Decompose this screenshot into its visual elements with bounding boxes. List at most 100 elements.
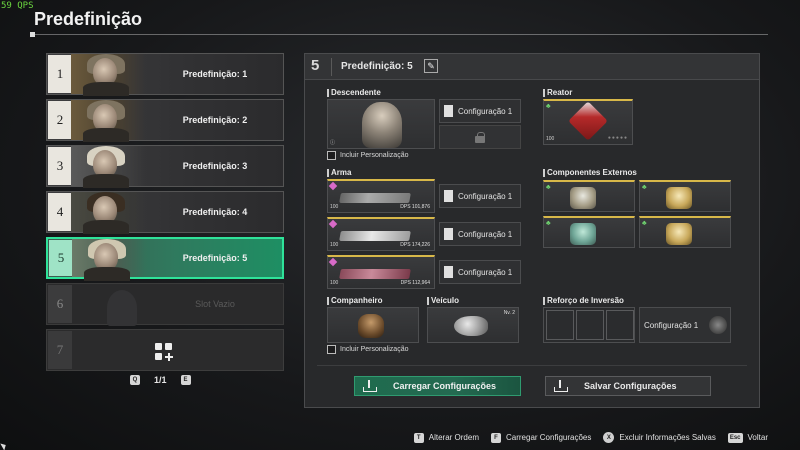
weapon-config-select-1[interactable]: Configuração 1 [439, 184, 521, 208]
hint-label: Alterar Ordem [428, 433, 479, 442]
panel-header: 5 Predefinição: 5 ✎ [305, 54, 759, 80]
footer-hints: T Alterar Ordem F Carregar Configurações… [413, 432, 768, 443]
preset-item-6[interactable]: 6 Slot Vazio [46, 283, 284, 326]
component-slot-3[interactable]: ♣ [543, 216, 635, 248]
preset-item-4[interactable]: 4 Predefinição: 4 [46, 191, 284, 234]
vehicle-slot[interactable]: Nv. 2 [427, 307, 519, 343]
header-separator [331, 58, 332, 76]
weapon-slot-1[interactable]: 100 DPS 101,876 [327, 179, 435, 213]
preset-label: Predefinição: 1 [182, 69, 248, 79]
weapon-config-label: Configuração 1 [458, 229, 513, 239]
component-slot-4[interactable]: ♣ [639, 216, 731, 248]
checkbox[interactable] [327, 345, 336, 354]
weapon-slot-2[interactable]: 100 DPS 174,226 [327, 217, 435, 251]
preset-detail-panel: 5 Predefinição: 5 ✎ Descendente ⓘ Config… [304, 53, 760, 408]
preset-number: 2 [48, 101, 72, 139]
rank-dots: ●●●●● [607, 135, 628, 141]
hint-load[interactable]: F Carregar Configurações [490, 432, 592, 443]
preset-label: Predefinição: 5 [182, 253, 248, 263]
page-title: Predefinição [34, 9, 143, 29]
config-icon [444, 105, 453, 117]
component-art [666, 187, 692, 209]
preset-label: Predefinição: 4 [182, 207, 248, 217]
vehicle-art [454, 316, 488, 336]
weapon-config-select-2[interactable]: Configuração 1 [439, 222, 521, 246]
save-configurations-button[interactable]: Salvar Configurações [545, 376, 711, 396]
component-art [666, 223, 692, 245]
panel-number: 5 [311, 57, 320, 74]
preset-item-3[interactable]: 3 Predefinição: 3 [46, 145, 284, 188]
weapon-dps: DPS 101,876 [400, 204, 430, 210]
checkbox-label: Incluir Personalização [340, 152, 409, 159]
upload-icon [363, 380, 377, 392]
preset-number: 3 [48, 147, 72, 185]
preset-label: Predefinição: 3 [182, 161, 248, 171]
hint-delete[interactable]: X Excluir Informações Salvas [603, 432, 716, 443]
preset-list: 1 Predefinição: 1 2 Predefinição: 2 3 Pr… [46, 53, 284, 375]
vehicle-section-label: Veículo [426, 296, 460, 305]
weapon-slot-3[interactable]: 100 DPS 112,964 [327, 255, 435, 289]
edit-name-button[interactable]: ✎ [424, 59, 438, 73]
checkbox-label: Incluir Personalização [340, 346, 409, 353]
weapon-art [339, 193, 411, 203]
preset-item-1[interactable]: 1 Predefinição: 1 [46, 53, 284, 96]
config-icon [444, 228, 453, 240]
descendant-portrait [71, 54, 145, 96]
preset-item-5[interactable]: 5 Predefinição: 5 [46, 237, 284, 281]
component-slot-2[interactable]: ♣ [639, 180, 731, 212]
mouse-cursor-icon [0, 441, 8, 450]
weapon-level: 100 [330, 242, 339, 248]
hint-reorder[interactable]: T Alterar Ordem [413, 432, 479, 443]
lock-icon [475, 131, 485, 143]
next-page-key[interactable]: E [180, 375, 191, 385]
inversion-tile-1[interactable] [546, 310, 574, 340]
inversion-tile-2[interactable] [576, 310, 604, 340]
heart-icon [328, 257, 338, 267]
inversion-section-label: Reforço de Inversão [543, 296, 624, 305]
weapon-dps: DPS 174,226 [400, 242, 430, 248]
companion-customization-toggle[interactable]: Incluir Personalização [327, 345, 408, 354]
prev-page-key[interactable]: Q [130, 375, 140, 385]
inversion-config-select[interactable]: Configuração 1 [639, 307, 731, 343]
vehicle-level-badge: Nv. 2 [503, 310, 515, 316]
checkbox[interactable] [327, 151, 336, 160]
hint-back[interactable]: Esc Voltar [727, 432, 768, 443]
preset-item-2[interactable]: 2 Predefinição: 2 [46, 99, 284, 142]
descendant-config-select[interactable]: Configuração 1 [439, 99, 521, 123]
weapon-level: 100 [330, 204, 339, 210]
weapon-dps: DPS 112,964 [400, 280, 430, 286]
fps-counter: 59 QPS [1, 1, 34, 11]
companion-slot[interactable] [327, 307, 419, 343]
hint-label: Carregar Configurações [505, 433, 592, 442]
weapon-config-label: Configuração 1 [458, 191, 513, 201]
inversion-slots[interactable] [543, 307, 635, 343]
key-t: T [413, 432, 424, 443]
club-icon: ♣ [642, 220, 647, 227]
add-preset-icon [155, 343, 173, 361]
load-configurations-button[interactable]: Carregar Configurações [354, 376, 521, 396]
gear-icon [709, 316, 727, 334]
config-icon [444, 266, 453, 278]
club-icon: ♣ [642, 184, 647, 191]
locked-slot [439, 125, 521, 149]
preset-label: Predefinição: 2 [182, 115, 248, 125]
descendant-portrait [72, 239, 146, 281]
preset-item-7[interactable]: 7 [46, 329, 284, 371]
descendant-portrait [71, 146, 145, 188]
hint-label: Excluir Informações Salvas [619, 433, 716, 442]
weapon-config-select-3[interactable]: Configuração 1 [439, 260, 521, 284]
descendant-customization-toggle[interactable]: Incluir Personalização [327, 151, 408, 160]
preset-number: 6 [48, 285, 72, 323]
component-slot-1[interactable]: ♣ [543, 180, 635, 212]
companion-art [358, 314, 384, 338]
descendant-config-label: Configuração 1 [458, 106, 513, 116]
club-icon: ♣ [546, 103, 551, 110]
descendant-section-label: Descendente [327, 88, 381, 97]
descendant-slot[interactable]: ⓘ [327, 99, 435, 149]
key-f: F [490, 432, 501, 443]
inversion-tile-3[interactable] [606, 310, 634, 340]
reactor-slot[interactable]: ♣ 100 ●●●●● [543, 99, 633, 145]
club-icon: ♣ [546, 220, 551, 227]
page-indicator: 1/1 [154, 375, 167, 385]
preset-number: 7 [48, 331, 72, 369]
